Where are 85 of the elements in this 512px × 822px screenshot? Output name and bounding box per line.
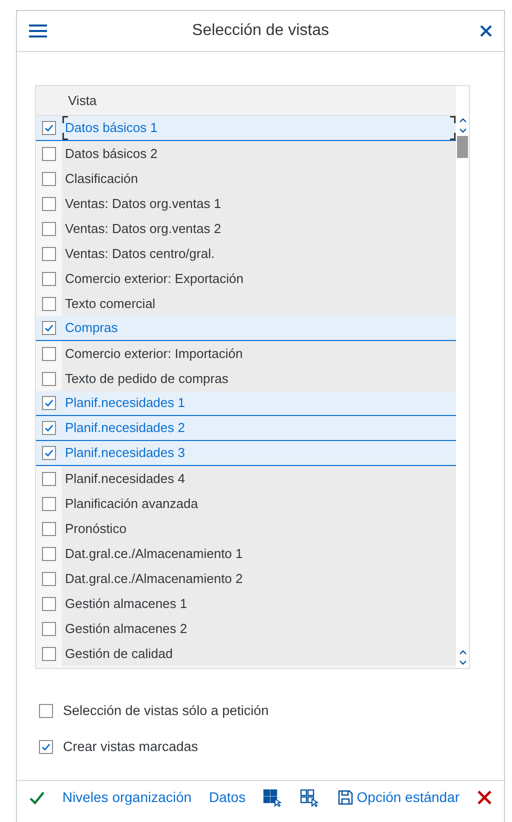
table-row[interactable]: Planif.necesidades 4 xyxy=(36,466,456,491)
row-checkbox[interactable] xyxy=(42,246,56,260)
table-cell-text: Dat.gral.ce./Almacenamiento 1 xyxy=(64,544,243,563)
table-row[interactable]: Planif.necesidades 3 xyxy=(36,441,456,466)
row-checkbox[interactable] xyxy=(42,272,56,286)
row-checkbox[interactable] xyxy=(42,622,56,636)
row-checkbox[interactable] xyxy=(42,296,56,310)
option-label: Selección de vistas sólo a petición xyxy=(63,702,269,720)
table-row[interactable]: Datos básicos 2 xyxy=(36,141,456,166)
table-cell-text: Pronóstico xyxy=(64,520,126,538)
row-checkbox[interactable] xyxy=(42,522,56,536)
table-row[interactable]: Dat.gral.ce./Almacenamiento 1 xyxy=(36,541,456,566)
column-header: Vista xyxy=(67,92,97,110)
table-cell-text: Texto de pedido de compras xyxy=(64,370,228,388)
table-cell-text: Comercio exterior: Importación xyxy=(64,344,243,363)
table-cell-text: Ventas: Datos org.ventas 2 xyxy=(64,220,222,238)
table-row[interactable]: Compras xyxy=(36,316,456,341)
row-checkbox[interactable] xyxy=(42,396,56,410)
table-row[interactable]: Comercio exterior: Exportación xyxy=(36,266,456,291)
dialog-title: Selección de vistas xyxy=(191,21,330,41)
close-icon xyxy=(476,790,492,805)
menu-icon xyxy=(29,24,47,38)
table-row[interactable]: Clasificación xyxy=(36,166,456,191)
toolbar-link[interactable]: Niveles organización xyxy=(58,787,196,808)
row-checkbox[interactable] xyxy=(42,496,56,510)
outline-grid-cursor-icon xyxy=(300,788,320,806)
table-row[interactable]: Ventas: Datos org.ventas 2 xyxy=(36,216,456,241)
table-row[interactable]: Dat.gral.ce./Almacenamiento 2 xyxy=(36,566,456,591)
table-row[interactable]: Comercio exterior: Importación xyxy=(36,341,456,366)
table-cell-text: Ventas: Datos org.ventas 1 xyxy=(64,194,222,213)
row-checkbox[interactable] xyxy=(42,572,56,586)
table-row[interactable]: Texto de pedido de compras xyxy=(36,366,456,391)
table-cell-text: Datos básicos 1 xyxy=(64,119,158,138)
row-checkbox[interactable] xyxy=(42,646,56,660)
toolbar-link[interactable]: Datos xyxy=(205,787,250,808)
option-checkbox[interactable] xyxy=(39,704,53,718)
table-cell-text: Datos básicos 2 xyxy=(64,144,158,163)
table-cell-text: Planif.necesidades 4 xyxy=(64,470,185,488)
table-cell-text: Dat.gral.ce./Almacenamiento 2 xyxy=(64,570,243,588)
table-cell-text: Clasificación xyxy=(64,170,138,188)
row-checkbox[interactable] xyxy=(42,596,56,610)
check-icon xyxy=(29,790,45,804)
save-icon xyxy=(338,790,353,805)
scrollbar[interactable] xyxy=(456,86,469,668)
row-checkbox[interactable] xyxy=(42,321,56,335)
row-checkbox[interactable] xyxy=(42,121,56,135)
table-row[interactable]: Datos básicos 1 xyxy=(36,116,456,141)
table-cell-text: Planif.necesidades 1 xyxy=(64,394,185,412)
table-cell-text: Gestión almacenes 1 xyxy=(64,594,188,613)
row-checkbox[interactable] xyxy=(42,472,56,486)
table-row[interactable]: Texto comercial xyxy=(36,291,456,316)
row-checkbox[interactable] xyxy=(42,372,56,386)
row-checkbox[interactable] xyxy=(42,222,56,236)
table-row[interactable]: Gestión almacenes 1 xyxy=(36,591,456,616)
row-checkbox[interactable] xyxy=(42,446,56,460)
option-label: Crear vistas marcadas xyxy=(63,738,198,756)
table-row[interactable]: Pronóstico xyxy=(36,516,456,541)
table-cell-text: Gestión almacenes 2 xyxy=(64,620,188,638)
table-cell-text: Compras xyxy=(64,319,118,338)
row-checkbox[interactable] xyxy=(42,172,56,186)
table-cell-text: Ventas: Datos centro/gral. xyxy=(64,244,215,263)
table-cell-text: Planificación avanzada xyxy=(64,494,198,513)
row-checkbox[interactable] xyxy=(42,146,56,160)
table-row[interactable]: Planif.necesidades 2 xyxy=(36,416,456,441)
standard-option-button[interactable]: Opción estándar xyxy=(334,787,464,808)
filled-grid-cursor-icon xyxy=(262,788,283,806)
menu-button[interactable] xyxy=(29,24,49,38)
option-checkbox[interactable] xyxy=(39,740,53,754)
row-checkbox[interactable] xyxy=(42,196,56,210)
table-cell-text: Planif.necesidades 2 xyxy=(64,419,185,438)
table-cell-text: Planif.necesidades 3 xyxy=(64,444,185,462)
table-cell-text: Gestión de calidad xyxy=(64,644,173,663)
table-row[interactable]: Ventas: Datos org.ventas 1 xyxy=(36,191,456,216)
table-cell-text: Texto comercial xyxy=(64,294,156,313)
table-row[interactable]: Gestión almacenes 2 xyxy=(36,616,456,641)
table-row[interactable]: Planif.necesidades 1 xyxy=(36,391,456,416)
table-row[interactable]: Ventas: Datos centro/gral. xyxy=(36,241,456,266)
table-row[interactable]: Gestión de calidad xyxy=(36,641,456,666)
row-checkbox[interactable] xyxy=(42,346,56,360)
table-cell-text: Comercio exterior: Exportación xyxy=(64,270,244,288)
scroll-thumb[interactable] xyxy=(457,136,468,158)
table-row[interactable]: Planificación avanzada xyxy=(36,491,456,516)
row-checkbox[interactable] xyxy=(42,421,56,435)
row-checkbox[interactable] xyxy=(42,546,56,560)
close-icon xyxy=(480,25,492,37)
